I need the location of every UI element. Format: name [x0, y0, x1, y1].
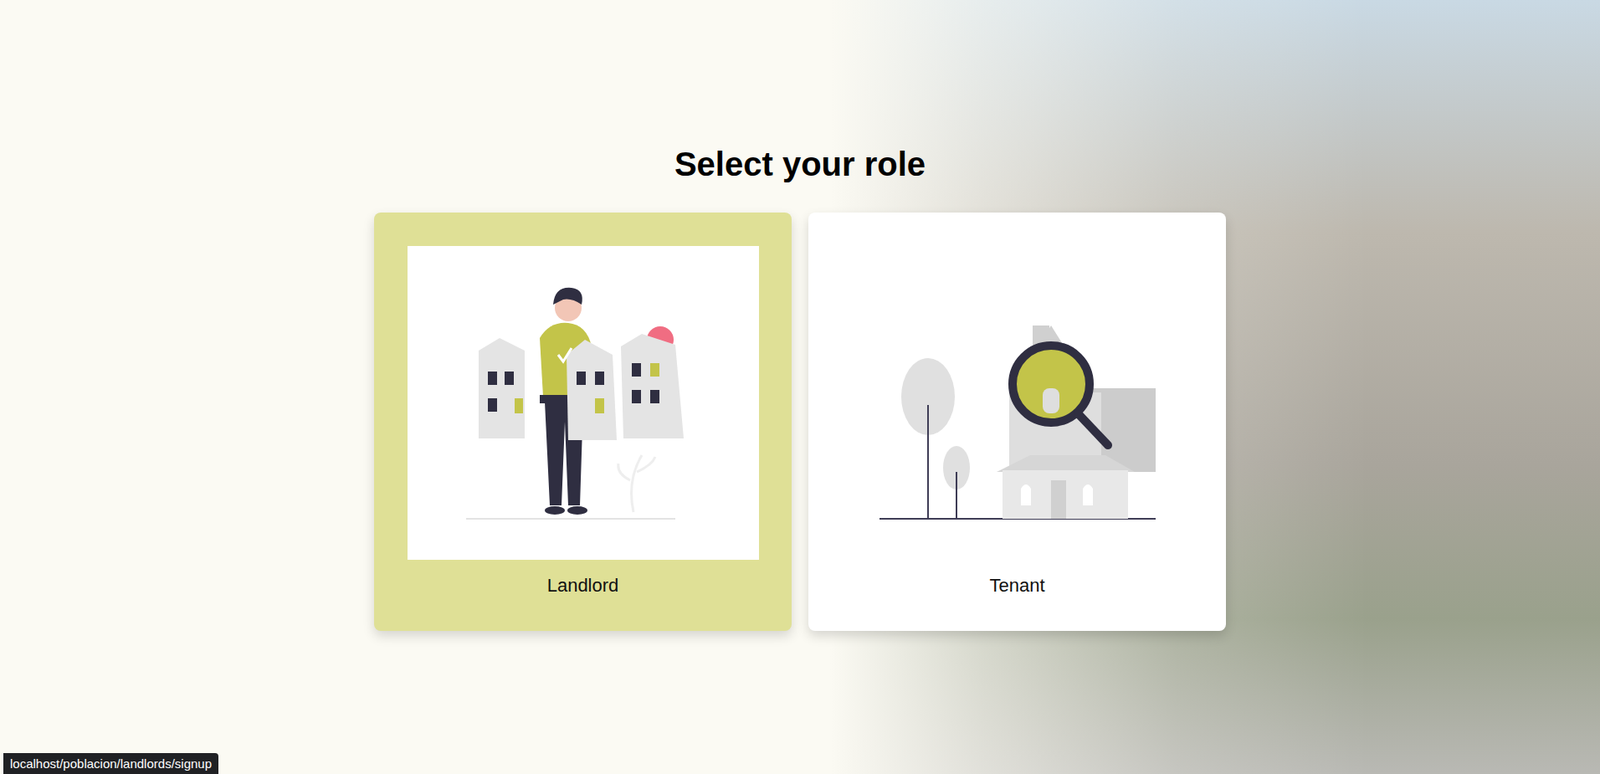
illustration: [841, 246, 1194, 560]
role-label: Tenant: [989, 574, 1045, 597]
illustration: [407, 246, 759, 560]
page-heading: Select your role: [674, 143, 926, 185]
status-bar-url: localhost/poblacion/landlords/signup: [3, 753, 219, 774]
role-card[interactable]: Landlord: [374, 212, 792, 631]
role-label: Landlord: [547, 574, 620, 597]
role-cards: Landlord Tenant: [374, 212, 1226, 631]
role-page: Select your role Landlord Tenant localho…: [0, 0, 1600, 774]
role-card[interactable]: Tenant: [808, 212, 1226, 631]
tenant-illustration-icon: [841, 246, 1194, 560]
role-selector: Select your role Landlord Tenant: [0, 0, 1600, 631]
landlord-illustration-icon: [407, 246, 759, 560]
